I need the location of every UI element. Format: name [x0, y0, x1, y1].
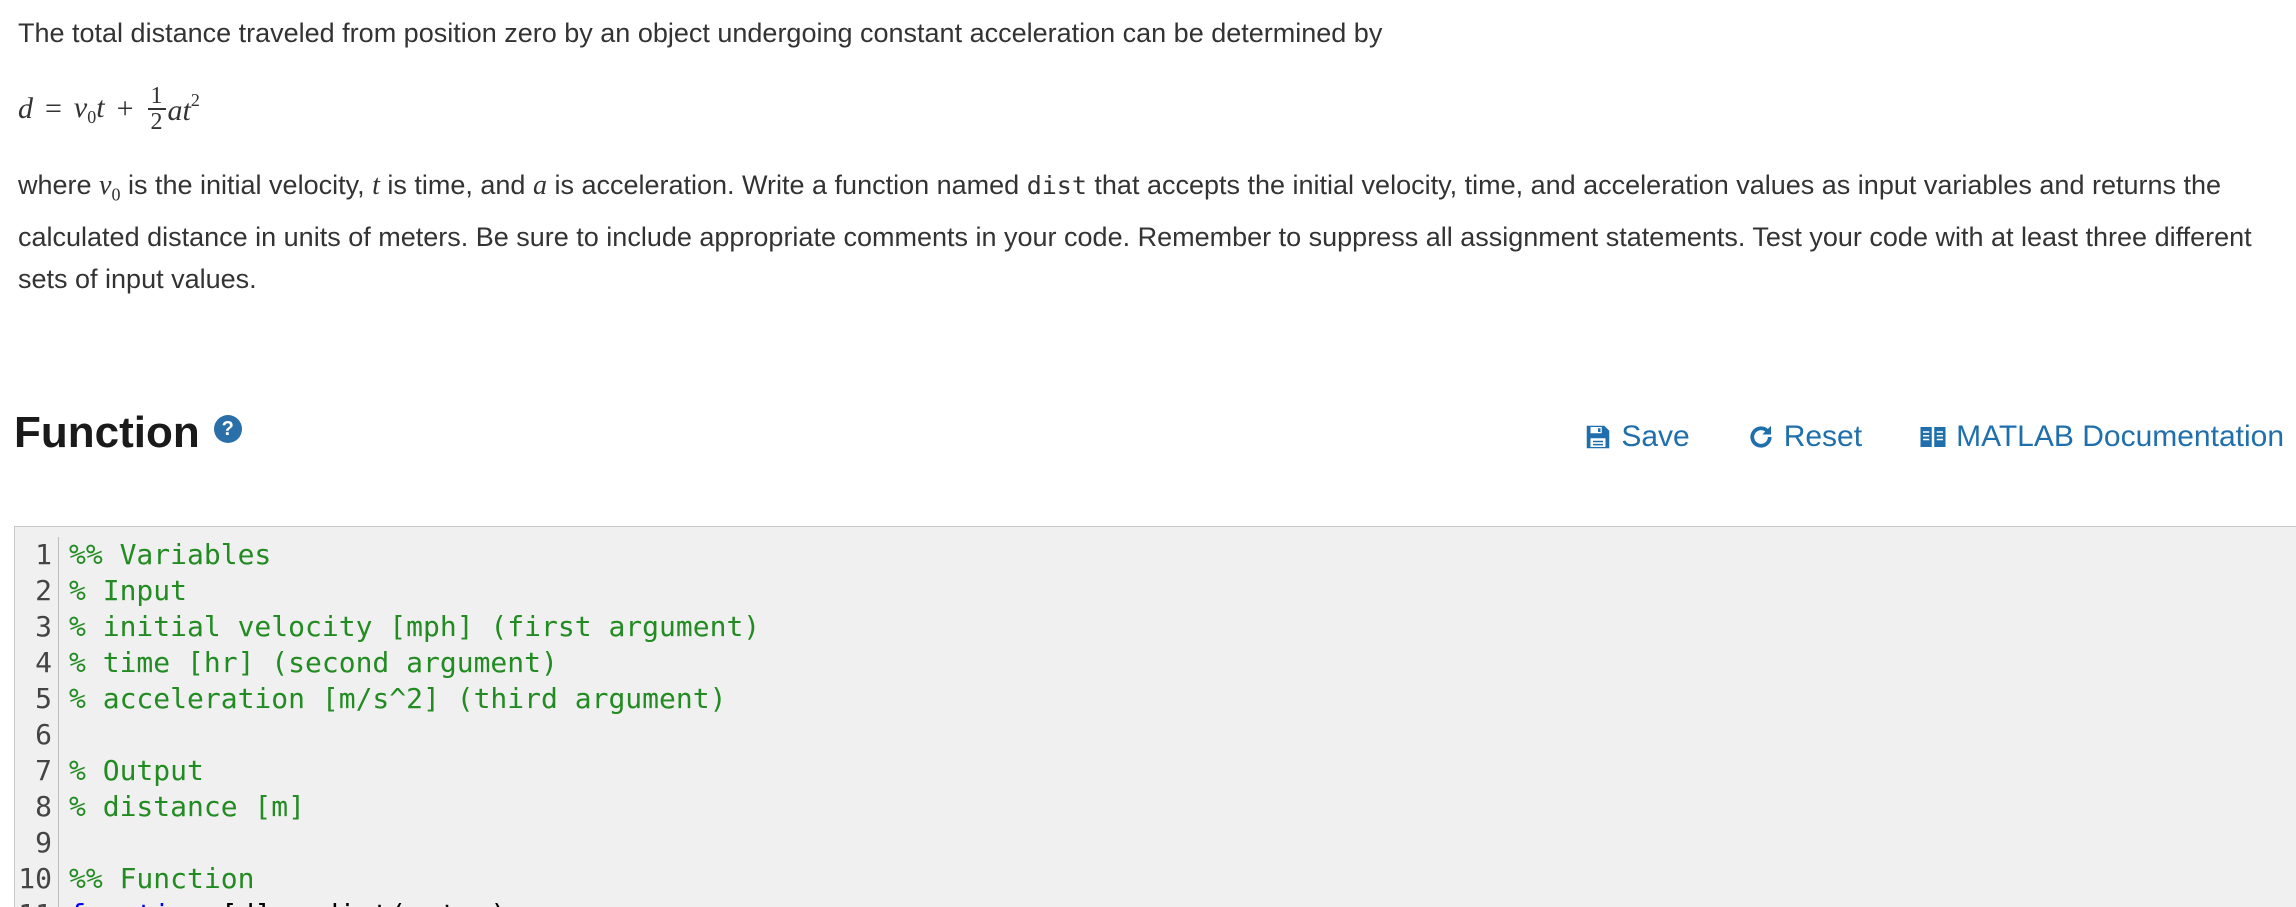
reset-button[interactable]: Reset	[1746, 420, 1862, 454]
formula-v-sub: 0	[87, 106, 97, 127]
function-title-group: Function ?	[14, 408, 242, 458]
desc-part-3: is time, and	[379, 170, 533, 200]
reset-icon	[1750, 425, 1772, 448]
formula-term2: at2	[168, 90, 200, 128]
line-number: 3	[15, 609, 59, 645]
help-icon[interactable]: ?	[213, 415, 242, 443]
code-text: % distance [m]	[69, 790, 306, 823]
code-text: % acceleration [m/s^2] (third argument)	[69, 682, 727, 715]
code-text: % Input	[69, 574, 188, 607]
desc-function-name: dist	[1026, 171, 1087, 200]
line-number: 5	[15, 681, 59, 717]
code-line[interactable]: 2 % Input	[15, 573, 2296, 609]
code-line[interactable]: 3 % initial velocity [mph] (first argumen…	[15, 609, 2296, 645]
line-number: 10	[15, 861, 59, 897]
desc-part-2: is the initial velocity,	[120, 170, 373, 200]
save-label: Save	[1621, 420, 1690, 453]
code-line[interactable]: 7 % Output	[15, 753, 2296, 789]
formula-lhs: d	[18, 92, 33, 125]
distance-formula: d = v0t + 1 2 at2	[18, 74, 2268, 144]
problem-statement: The total distance traveled from positio…	[18, 0, 2268, 327]
reset-label: Reset	[1783, 420, 1863, 453]
formula-term1: v0t	[74, 91, 105, 128]
docs-label: MATLAB Documentation	[1956, 420, 2284, 453]
save-button[interactable]: Save	[1583, 420, 1690, 454]
desc-v: v	[99, 170, 112, 201]
code-text: % initial velocity [mph] (first argument…	[69, 610, 761, 643]
code-lines: 1 %% Variables 2 % Input 3 % initial velocity…	[15, 537, 2296, 907]
problem-description: where v0 is the initial velocity, t is t…	[18, 164, 2268, 300]
code-text: %% Variables	[69, 538, 272, 571]
code-line[interactable]: 10 %% Function	[15, 861, 2296, 897]
formula-exponent: 2	[190, 90, 200, 110]
editor-actions: Save Reset MATLAB Documentation	[1527, 420, 2284, 454]
function-header: Function ? Save Reset MATLAB Documentati…	[14, 400, 2284, 470]
code-text: %% Function	[69, 862, 255, 895]
code-text: % time [hr] (second argument)	[69, 646, 558, 679]
line-number: 4	[15, 645, 59, 681]
book-icon	[1920, 427, 1946, 447]
desc-accel-symbol: a	[532, 170, 547, 201]
desc-time-symbol: t	[372, 170, 380, 201]
line-number: 1	[15, 537, 59, 573]
code-line[interactable]: 1 %% Variables	[15, 537, 2296, 573]
line-number: 6	[15, 717, 59, 753]
desc-part-1: where	[18, 170, 100, 200]
line-number: 7	[15, 753, 59, 789]
problem-intro: The total distance traveled from positio…	[18, 18, 1383, 48]
save-icon	[1587, 425, 1610, 449]
code-line[interactable]: 8 % distance [m]	[15, 789, 2296, 825]
formula-t: t	[96, 90, 105, 124]
line-number: 2	[15, 573, 59, 609]
desc-part-4: is acceleration. Write a function named	[546, 170, 1027, 200]
line-number: 9	[15, 825, 59, 861]
matlab-documentation-link[interactable]: MATLAB Documentation	[1918, 420, 2284, 454]
fraction-denominator: 2	[150, 108, 163, 135]
formula-fraction: 1 2	[147, 83, 166, 135]
line-number: 8	[15, 789, 59, 825]
desc-velocity-symbol: v0	[99, 170, 120, 205]
code-line[interactable]: 9	[15, 825, 2296, 861]
code-line[interactable]: 5 % acceleration [m/s^2] (third argument)	[15, 681, 2296, 717]
formula-at: at	[167, 94, 191, 127]
formula-equals: =	[45, 92, 62, 125]
code-line[interactable]: 6	[15, 717, 2296, 753]
formula-v: v	[73, 90, 88, 124]
fraction-numerator: 1	[150, 83, 163, 110]
code-text: % Output	[69, 754, 204, 787]
formula-plus: +	[116, 92, 134, 125]
function-title: Function	[14, 408, 200, 457]
code-editor[interactable]: 1 %% Variables 2 % Input 3 % initial velocity…	[14, 526, 2296, 907]
code-line[interactable]: 4 % time [hr] (second argument)	[15, 645, 2296, 681]
